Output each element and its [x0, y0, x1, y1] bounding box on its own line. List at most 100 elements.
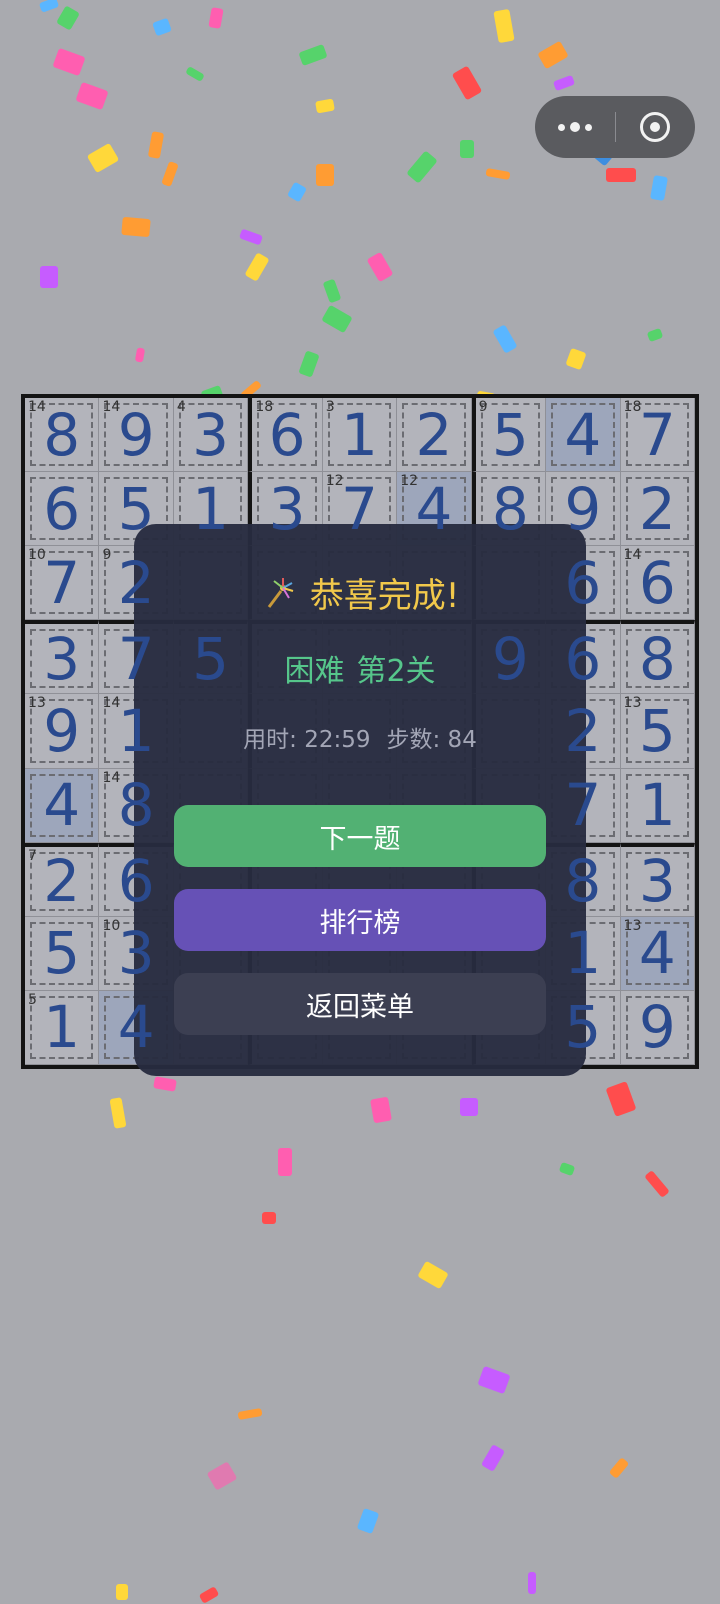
cell-digit: 2	[117, 548, 155, 617]
cell-digit: 9	[638, 993, 676, 1062]
sudoku-cell[interactable]: 18 7	[620, 398, 695, 473]
back-to-menu-button[interactable]: 返回菜单	[174, 973, 546, 1035]
cell-digit: 1	[117, 696, 155, 765]
cell-digit: 4	[117, 993, 155, 1062]
cell-digit: 4	[564, 400, 602, 469]
cell-digit: 1	[43, 993, 81, 1062]
sudoku-cell[interactable]: 5	[25, 916, 100, 991]
cell-digit: 5	[117, 474, 155, 543]
confetti-piece	[451, 65, 483, 101]
confetti-piece	[40, 266, 58, 288]
cell-digit: 5	[491, 400, 529, 469]
cell-digit: 8	[117, 771, 155, 840]
confetti-piece	[606, 168, 636, 182]
leaderboard-button[interactable]: 排行榜	[174, 889, 546, 951]
cell-digit: 6	[268, 400, 306, 469]
cell-digit: 4	[415, 474, 453, 543]
confetti-piece	[86, 142, 120, 174]
sudoku-cell[interactable]: 2	[397, 398, 472, 473]
confetti-piece	[356, 1507, 380, 1535]
confetti-piece	[116, 1584, 128, 1600]
cell-digit: 7	[638, 400, 676, 469]
cell-digit: 2	[564, 696, 602, 765]
confetti-piece	[460, 1098, 478, 1116]
confetti-piece	[286, 181, 308, 203]
confetti-piece	[237, 1407, 263, 1421]
cage-sum: 18	[255, 399, 274, 415]
cell-digit: 3	[638, 847, 676, 916]
confetti-piece	[406, 150, 438, 184]
cell-digit: 7	[564, 771, 602, 840]
sudoku-cell[interactable]: 10 7	[25, 546, 100, 621]
sudoku-cell[interactable]: 6	[25, 472, 100, 547]
confetti-piece	[38, 0, 60, 13]
sudoku-cell[interactable]: 14 9	[99, 398, 174, 473]
next-puzzle-button[interactable]: 下一题	[174, 805, 546, 867]
confetti-piece	[161, 161, 179, 187]
cage-sum: 18	[623, 399, 642, 415]
sudoku-cell[interactable]: 72	[25, 842, 100, 917]
sudoku-cell[interactable]: 3	[25, 620, 100, 695]
more-button[interactable]	[535, 96, 615, 158]
cage-sum: 14	[623, 547, 642, 564]
sudoku-cell[interactable]: 4	[546, 398, 621, 473]
cell-digit: 6	[638, 548, 676, 617]
confetti-piece	[121, 216, 151, 238]
confetti-piece	[315, 98, 335, 114]
cage-sum: 13	[28, 695, 46, 712]
sudoku-cell[interactable]: 8	[620, 620, 695, 695]
cell-digit: 2	[415, 400, 453, 469]
confetti-piece	[537, 40, 569, 70]
sudoku-cell[interactable]: 13 9	[25, 694, 100, 769]
confetti-piece	[52, 47, 86, 77]
sudoku-cell[interactable]: 95	[471, 398, 547, 473]
confetti-piece	[370, 1096, 392, 1124]
confetti-piece	[56, 5, 80, 31]
cell-digit: 4	[43, 771, 81, 840]
cell-digit: 4	[638, 919, 676, 988]
sudoku-cell[interactable]: 4	[25, 768, 100, 843]
sudoku-cell[interactable]: 1	[620, 768, 695, 843]
cell-digit: 9	[564, 474, 602, 543]
cage-sum: 14	[28, 399, 46, 415]
sudoku-cell[interactable]: 2	[620, 472, 695, 547]
confetti-piece	[278, 1148, 292, 1176]
cage-sum: 3	[325, 399, 335, 415]
confetti-piece	[153, 1076, 177, 1092]
cage-sum: 7	[28, 847, 37, 864]
cell-digit: 9	[491, 624, 529, 693]
cell-digit: 7	[117, 624, 155, 693]
sudoku-cell[interactable]: 13 4	[620, 916, 695, 991]
dialog-title-row: 恭喜完成!	[134, 568, 586, 617]
cell-digit: 2	[43, 847, 81, 916]
sudoku-cell[interactable]: 14 6	[620, 546, 695, 621]
cell-digit: 8	[564, 847, 602, 916]
confetti-piece	[262, 1212, 276, 1224]
sudoku-cell[interactable]: 14 8	[25, 398, 100, 473]
dialog-title: 恭喜完成!	[309, 576, 460, 616]
confetti-piece	[477, 1365, 511, 1395]
cell-digit: 1	[564, 919, 602, 988]
sudoku-cell[interactable]: 13 5	[620, 694, 695, 769]
cell-digit: 8	[491, 474, 529, 543]
confetti-piece	[558, 1161, 576, 1177]
cell-digit: 3	[43, 624, 81, 693]
cell-digit: 7	[341, 474, 378, 543]
sudoku-cell[interactable]: 51	[25, 990, 100, 1065]
sudoku-cell[interactable]: 31	[322, 398, 398, 473]
sudoku-cell[interactable]: 18 6	[248, 398, 323, 473]
confetti-piece	[134, 347, 146, 363]
sudoku-cell[interactable]: 9	[620, 990, 695, 1065]
confetti-piece	[208, 7, 224, 29]
cell-digit: 1	[638, 771, 676, 840]
stats-row: 用时: 22:59 步数: 84	[134, 720, 586, 754]
cell-digit: 3	[268, 474, 306, 543]
sudoku-cell[interactable]: 3	[620, 842, 695, 917]
confetti-piece	[480, 1444, 506, 1472]
confetti-piece	[298, 43, 328, 67]
cage-sum: 12	[325, 473, 344, 490]
sudoku-cell[interactable]: 43	[173, 398, 249, 473]
confetti-piece	[244, 252, 270, 282]
close-button[interactable]	[616, 96, 696, 158]
cell-digit: 3	[117, 919, 155, 988]
